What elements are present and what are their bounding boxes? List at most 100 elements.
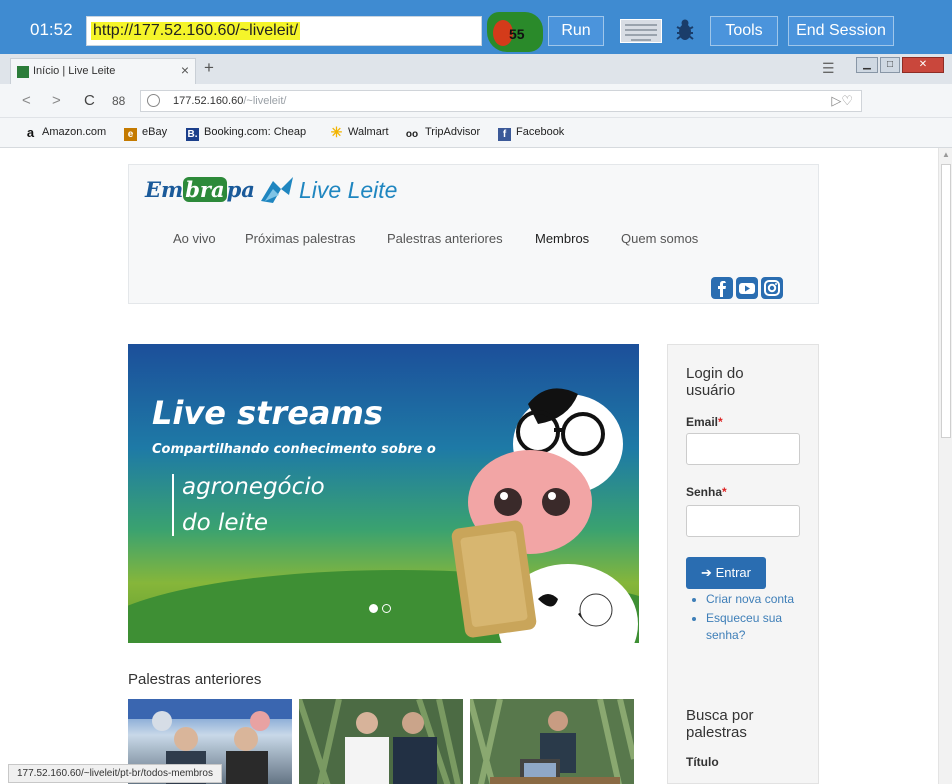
bug-icon[interactable]	[674, 18, 696, 42]
facebook-social-icon[interactable]	[711, 277, 733, 299]
past-talk-thumbnail[interactable]	[470, 699, 634, 784]
url-host: 177.52.160.60	[173, 95, 244, 107]
bookmark-facebook[interactable]: f Facebook	[498, 126, 564, 141]
browser-tab-bar: Início | Live Leite × + ☰ ▁ □ ✕	[0, 54, 952, 84]
carousel-subline: Compartilhando conhecimento sobre o	[152, 442, 436, 457]
carousel-dot-2[interactable]	[382, 604, 391, 613]
login-title: Login do usuário	[686, 365, 744, 399]
logo-part: pa	[226, 177, 255, 202]
amazon-icon: a	[26, 125, 35, 140]
search-title: Busca por palestras	[686, 707, 754, 741]
login-icon: ➔	[701, 565, 712, 580]
menu-quem-somos[interactable]: Quem somos	[621, 231, 698, 246]
instagram-social-icon[interactable]	[761, 277, 783, 299]
url-path: /~liveleit/	[243, 95, 287, 107]
web-page: Embrapa Live Leite Ao vivo Próximas pale…	[0, 148, 938, 784]
menu-proximas-palestras[interactable]: Próximas palestras	[245, 231, 356, 246]
address-bar: < > C 88 177.52.160.60/~liveleit/ ▷♡	[0, 84, 952, 118]
new-tab-icon[interactable]: +	[204, 58, 214, 78]
carousel-line-1: agronegócio	[182, 474, 325, 500]
carousel-divider	[172, 474, 174, 536]
logo-part: bra	[183, 177, 227, 202]
page-scrollbar[interactable]: ▲	[938, 148, 952, 784]
live-leite-logo-icon	[261, 177, 293, 203]
create-account-link[interactable]: Criar nova conta	[706, 591, 804, 608]
close-window-icon[interactable]: ✕	[902, 57, 944, 73]
scroll-up-icon[interactable]: ▲	[942, 150, 950, 159]
email-label-text: Email	[686, 415, 719, 429]
tab-close-icon[interactable]: ×	[181, 62, 189, 78]
password-field[interactable]	[686, 505, 800, 537]
bookmark-label: Booking.com: Cheap	[204, 126, 307, 138]
menu-ao-vivo[interactable]: Ao vivo	[173, 231, 216, 246]
past-talk-thumbnail[interactable]	[299, 699, 463, 784]
browser-menu-icon[interactable]: ☰	[822, 60, 835, 77]
maximize-icon[interactable]: □	[880, 57, 900, 73]
bookmark-heart-icon[interactable]: ▷♡	[831, 93, 853, 109]
bookmark-label: Amazon.com	[42, 126, 107, 138]
bookmark-walmart[interactable]: ✳ Walmart	[330, 124, 389, 140]
video-thumbnail-image	[470, 699, 634, 784]
video-thumbnail-image	[299, 699, 463, 784]
walmart-icon: ✳	[330, 124, 343, 140]
bookmark-booking[interactable]: B. Booking.com: Cheap	[186, 126, 306, 141]
bookmark-tripadvisor[interactable]: oo TripAdvisor	[404, 126, 480, 141]
bookmark-label: eBay	[142, 126, 168, 138]
session-toolbar: 01:52 http://177.52.160.60/~liveleit/ 55…	[0, 0, 952, 54]
live-leite-title: Live Leite	[299, 177, 398, 203]
login-button-label: Entrar	[715, 565, 751, 580]
keyboard-icon[interactable]	[620, 19, 662, 43]
session-indicator-icon: 55	[487, 12, 543, 52]
bookmark-amazon[interactable]: a Amazon.com	[24, 126, 106, 139]
email-label: Email*	[686, 415, 723, 429]
minimize-icon[interactable]: ▁	[856, 57, 878, 73]
site-header: Embrapa Live Leite Ao vivo Próximas pale…	[128, 164, 819, 304]
menu-palestras-anteriores[interactable]: Palestras anteriores	[387, 231, 503, 246]
hero-carousel[interactable]: Live streams Compartilhando conhecimento…	[128, 344, 639, 643]
apps-grid-icon[interactable]: 88	[112, 94, 125, 108]
login-button[interactable]: ➔ Entrar	[686, 557, 766, 589]
tab-title: Início | Live Leite	[33, 65, 116, 77]
carousel-indicators	[369, 600, 395, 618]
embrapa-logo[interactable]: Embrapa	[145, 177, 255, 202]
url-input[interactable]: 177.52.160.60/~liveleit/ ▷♡	[140, 90, 862, 112]
booking-icon: B.	[186, 128, 199, 141]
bookmark-label: Facebook	[516, 126, 565, 138]
bookmark-ebay[interactable]: e eBay	[124, 126, 167, 141]
ebay-icon: e	[124, 128, 137, 141]
required-mark: *	[722, 485, 727, 499]
globe-icon	[147, 94, 160, 107]
login-sidebar: Login do usuário Email* Senha* ➔ Entrar …	[667, 344, 819, 784]
run-button[interactable]: Run	[548, 16, 604, 46]
past-talks-heading: Palestras anteriores	[128, 671, 262, 688]
facebook-icon: f	[498, 128, 511, 141]
required-mark: *	[718, 415, 723, 429]
back-icon[interactable]: <	[22, 92, 31, 109]
forward-icon[interactable]: >	[52, 92, 61, 109]
carousel-headline: Live streams	[152, 394, 383, 432]
login-links: Criar nova conta Esqueceu sua senha?	[694, 591, 804, 646]
tripadvisor-icon: oo	[405, 129, 419, 140]
search-title-label: Título	[686, 755, 719, 769]
cow-mascot-icon	[451, 388, 638, 643]
forgot-password-link[interactable]: Esqueceu sua senha?	[706, 610, 804, 644]
end-session-button[interactable]: End Session	[788, 16, 894, 46]
logo-part: Em	[145, 177, 184, 202]
password-label-text: Senha	[686, 485, 723, 499]
scrollbar-thumb[interactable]	[941, 164, 951, 438]
carousel-dot-1[interactable]	[369, 604, 378, 613]
session-timer: 01:52	[30, 20, 73, 39]
status-bar-url: 177.52.160.60/~liveleit/pt-br/todos-memb…	[8, 764, 222, 783]
site-favicon-icon	[17, 66, 29, 78]
browser-tab[interactable]: Início | Live Leite ×	[10, 58, 196, 84]
bookmarks-bar: a Amazon.com e eBay B. Booking.com: Cheap ✳…	[0, 118, 952, 148]
session-url-field[interactable]: http://177.52.160.60/~liveleit/	[86, 16, 482, 46]
bookmark-label: TripAdvisor	[425, 126, 481, 138]
menu-membros[interactable]: Membros	[535, 231, 589, 246]
email-field[interactable]	[686, 433, 800, 465]
youtube-social-icon[interactable]	[736, 277, 758, 299]
password-label: Senha*	[686, 485, 727, 499]
session-url-text: http://177.52.160.60/~liveleit/	[91, 22, 301, 40]
reload-icon[interactable]: C	[84, 92, 95, 109]
tools-button[interactable]: Tools	[710, 16, 778, 46]
